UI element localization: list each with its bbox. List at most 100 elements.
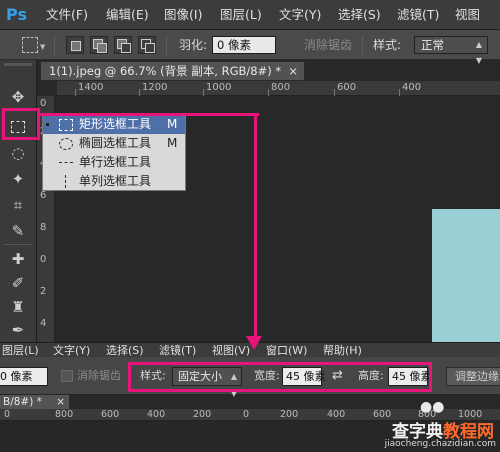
chevron-down-icon[interactable]: ▼ bbox=[40, 43, 45, 51]
subtract-selection-button[interactable] bbox=[114, 36, 132, 54]
menu-filter[interactable]: 滤镜(T) bbox=[397, 0, 439, 30]
document-tab-title: B/8#) * bbox=[3, 396, 42, 408]
refine-edge-button[interactable]: 调整边缘 bbox=[446, 367, 500, 386]
feather-input[interactable]: 0 像素 bbox=[0, 367, 48, 386]
menu-select[interactable]: 选择(S) bbox=[106, 343, 144, 358]
new-selection-button[interactable] bbox=[66, 36, 84, 54]
brush-tool-icon[interactable]: ✐ bbox=[6, 272, 30, 294]
menu-help[interactable]: 帮助(H) bbox=[323, 343, 362, 358]
menu-view[interactable]: 视图(V) bbox=[212, 343, 250, 358]
style-select[interactable]: 正常 ▲ ▼ bbox=[414, 36, 488, 65]
elliptical-marquee-icon bbox=[59, 138, 73, 150]
ruler-label: 400 bbox=[327, 409, 346, 420]
flyout-item-single-row-marquee[interactable]: 单行选框工具 bbox=[43, 153, 185, 172]
antialias-checkbox[interactable] bbox=[61, 370, 73, 382]
ruler-label: 0 bbox=[4, 409, 11, 420]
horizontal-ruler[interactable]: 1400 1200 1000 800 600 400 bbox=[57, 81, 500, 96]
flyout-item-rectangular-marquee[interactable]: 矩形选框工具 M bbox=[43, 115, 185, 134]
ruler-label: 4 bbox=[40, 318, 47, 329]
healing-brush-tool-icon[interactable]: ✚ bbox=[6, 248, 30, 270]
flyout-item-label: 单列选框工具 bbox=[79, 174, 152, 188]
close-tab-icon[interactable]: × bbox=[56, 395, 65, 409]
ruler-label: 0 bbox=[40, 254, 47, 265]
flyout-item-label: 矩形选框工具 bbox=[79, 117, 152, 131]
menu-layer[interactable]: 图层(L) bbox=[220, 0, 262, 30]
selected-indicator bbox=[46, 123, 49, 126]
tools-panel: ✥ ◌ ✦ ⌗ ✎ ✚ ✐ ♜ ✒ bbox=[0, 60, 37, 342]
ruler-label: 1000 bbox=[206, 82, 232, 93]
annotation-highlight-marquee-tool bbox=[2, 108, 40, 140]
annotation-connector-line bbox=[254, 113, 257, 339]
ruler-tick bbox=[334, 89, 335, 96]
crop-tool-icon[interactable]: ⌗ bbox=[6, 194, 30, 216]
menu-file[interactable]: 文件(F) bbox=[46, 0, 88, 30]
annotation-arrow-icon bbox=[246, 336, 262, 350]
dropdown-arrow-icon: ▲ ▼ bbox=[475, 40, 482, 65]
ruler-label: 8 bbox=[40, 222, 47, 233]
flyout-item-label: 单行选框工具 bbox=[79, 155, 152, 169]
add-selection-button[interactable] bbox=[90, 36, 108, 54]
single-row-marquee-icon bbox=[59, 162, 73, 163]
style-label: 样式: bbox=[373, 38, 402, 52]
menu-type[interactable]: 文字(Y) bbox=[53, 343, 90, 358]
menu-filter[interactable]: 滤镜(T) bbox=[159, 343, 196, 358]
canvas-image[interactable] bbox=[432, 209, 500, 342]
clone-stamp-tool-icon[interactable]: ♜ bbox=[6, 296, 30, 318]
marquee-preset-icon[interactable] bbox=[22, 37, 38, 53]
antialias-label: 消除锯齿 bbox=[77, 369, 121, 382]
separator bbox=[362, 35, 363, 55]
rectangular-marquee-icon bbox=[59, 119, 73, 131]
ruler-label: 400 bbox=[402, 82, 422, 93]
intersect-selection-button[interactable] bbox=[138, 36, 156, 54]
watermark-dots-icon: ●● bbox=[420, 399, 445, 415]
watermark: ●● 查字典教程网 jiaocheng.chazidian.com bbox=[366, 399, 500, 452]
close-tab-icon[interactable]: × bbox=[288, 62, 298, 80]
menu-image[interactable]: 图像(I) bbox=[164, 0, 202, 30]
history-brush-tool-icon[interactable]: ✒ bbox=[6, 319, 30, 341]
separator bbox=[54, 35, 55, 55]
document-tab-zoomed[interactable]: B/8#) * × bbox=[0, 395, 70, 409]
separator bbox=[166, 35, 167, 55]
menu-layer[interactable]: 图层(L) bbox=[2, 343, 39, 358]
single-column-marquee-icon bbox=[65, 175, 66, 188]
ruler-label: 200 bbox=[193, 409, 212, 420]
menu-select[interactable]: 选择(S) bbox=[338, 0, 381, 30]
panel-grip[interactable] bbox=[4, 63, 32, 66]
ruler-label: 400 bbox=[147, 409, 166, 420]
ruler-tick bbox=[75, 89, 76, 96]
watermark-url: jiaocheng.chazidian.com bbox=[384, 439, 496, 449]
menu-type[interactable]: 文字(Y) bbox=[279, 0, 321, 30]
move-tool-icon[interactable]: ✥ bbox=[6, 86, 30, 108]
feather-label: 羽化: bbox=[179, 38, 208, 52]
ruler-label: 0 bbox=[40, 98, 47, 109]
document-tab-title: 1(1).jpeg @ 66.7% (背景 副本, RGB/8#) * bbox=[49, 64, 282, 78]
feather-input[interactable]: 0 像素 bbox=[212, 36, 276, 54]
ruler-label: 0 bbox=[243, 409, 250, 420]
ruler-label: 6 bbox=[40, 190, 47, 201]
document-tab[interactable]: 1(1).jpeg @ 66.7% (背景 副本, RGB/8#) * × bbox=[40, 61, 305, 81]
photoshop-logo: Ps bbox=[6, 5, 27, 24]
ruler-tick bbox=[399, 89, 400, 96]
ruler-label: 600 bbox=[101, 409, 120, 420]
flyout-item-elliptical-marquee[interactable]: 椭圆选框工具 M bbox=[43, 134, 185, 153]
antialias-label: 消除锯齿 bbox=[304, 38, 353, 52]
ruler-tick bbox=[139, 89, 140, 96]
menu-view[interactable]: 视图 bbox=[455, 0, 480, 30]
eyedropper-tool-icon[interactable]: ✎ bbox=[6, 220, 30, 242]
ruler-label: 2 bbox=[40, 286, 47, 297]
ruler-label: 200 bbox=[280, 409, 299, 420]
flyout-item-single-column-marquee[interactable]: 单列选框工具 bbox=[43, 172, 185, 191]
annotation-highlight-fixed-size-options bbox=[128, 362, 432, 392]
ruler-label: 1200 bbox=[142, 82, 168, 93]
ruler-tick bbox=[203, 89, 204, 96]
style-select-value: 正常 bbox=[421, 38, 444, 52]
menu-edit[interactable]: 编辑(E) bbox=[106, 0, 149, 30]
magic-wand-tool-icon[interactable]: ✦ bbox=[6, 168, 30, 190]
flyout-item-shortcut: M bbox=[167, 136, 178, 150]
ruler-label: 600 bbox=[337, 82, 357, 93]
separator bbox=[4, 244, 32, 245]
flyout-item-shortcut: M bbox=[167, 117, 178, 131]
lasso-tool-icon[interactable]: ◌ bbox=[6, 142, 30, 164]
ruler-label: 800 bbox=[271, 82, 291, 93]
menu-window[interactable]: 窗口(W) bbox=[266, 343, 307, 358]
